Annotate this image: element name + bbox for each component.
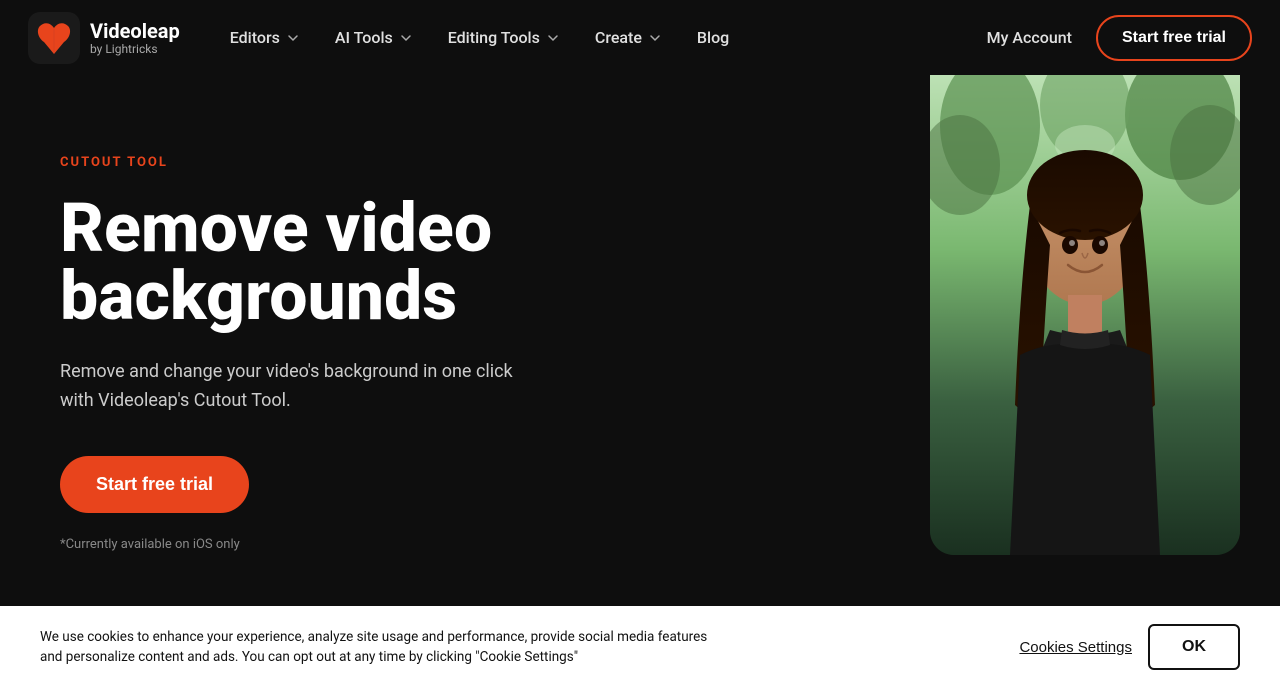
brand-subtitle: by Lightricks	[90, 42, 180, 56]
cookie-ok-button[interactable]: OK	[1148, 624, 1240, 670]
nav-item-editing-tools[interactable]: Editing Tools	[434, 20, 575, 55]
cookie-actions: Cookies Settings OK	[1019, 624, 1240, 670]
chevron-down-icon	[285, 30, 301, 46]
nav-item-editors[interactable]: Editors	[216, 20, 315, 55]
nav-item-create[interactable]: Create	[581, 20, 677, 55]
hero-cta-wrap: Start free trial *Currently available on…	[60, 456, 660, 552]
nav-item-account[interactable]: My Account	[973, 20, 1086, 55]
hero-cta-button[interactable]: Start free trial	[60, 456, 249, 513]
hero-tag: CUTOUT TOOL	[60, 155, 660, 170]
hero-image-bg	[930, 45, 1240, 555]
cookie-message: We use cookies to enhance your experienc…	[40, 627, 720, 668]
brand-name: Videoleap	[90, 20, 180, 42]
chevron-down-icon	[545, 30, 561, 46]
nav-item-ai-tools[interactable]: AI Tools	[321, 20, 428, 55]
cookie-banner: We use cookies to enhance your experienc…	[0, 606, 1280, 688]
hero-ios-note: *Currently available on iOS only	[60, 537, 660, 552]
cookie-settings-button[interactable]: Cookies Settings	[1019, 639, 1132, 656]
nav-cta-button[interactable]: Start free trial	[1096, 15, 1252, 61]
hero-image	[930, 45, 1240, 555]
hero-description: Remove and change your video's backgroun…	[60, 358, 540, 416]
hero-content: CUTOUT TOOL Remove video backgrounds Rem…	[60, 135, 660, 552]
logo-link[interactable]: Videoleap by Lightricks	[28, 12, 180, 64]
nav-item-blog[interactable]: Blog	[683, 20, 743, 55]
nav-links: Editors AI Tools Editing Tools Create Bl…	[216, 20, 973, 55]
hero-section: CUTOUT TOOL Remove video backgrounds Rem…	[0, 75, 1280, 628]
chevron-down-icon	[398, 30, 414, 46]
chevron-down-icon	[647, 30, 663, 46]
navbar: Videoleap by Lightricks Editors AI Tools…	[0, 0, 1280, 75]
logo-icon	[28, 12, 80, 64]
hero-title: Remove video backgrounds	[60, 194, 660, 330]
hero-illustration	[930, 45, 1240, 555]
